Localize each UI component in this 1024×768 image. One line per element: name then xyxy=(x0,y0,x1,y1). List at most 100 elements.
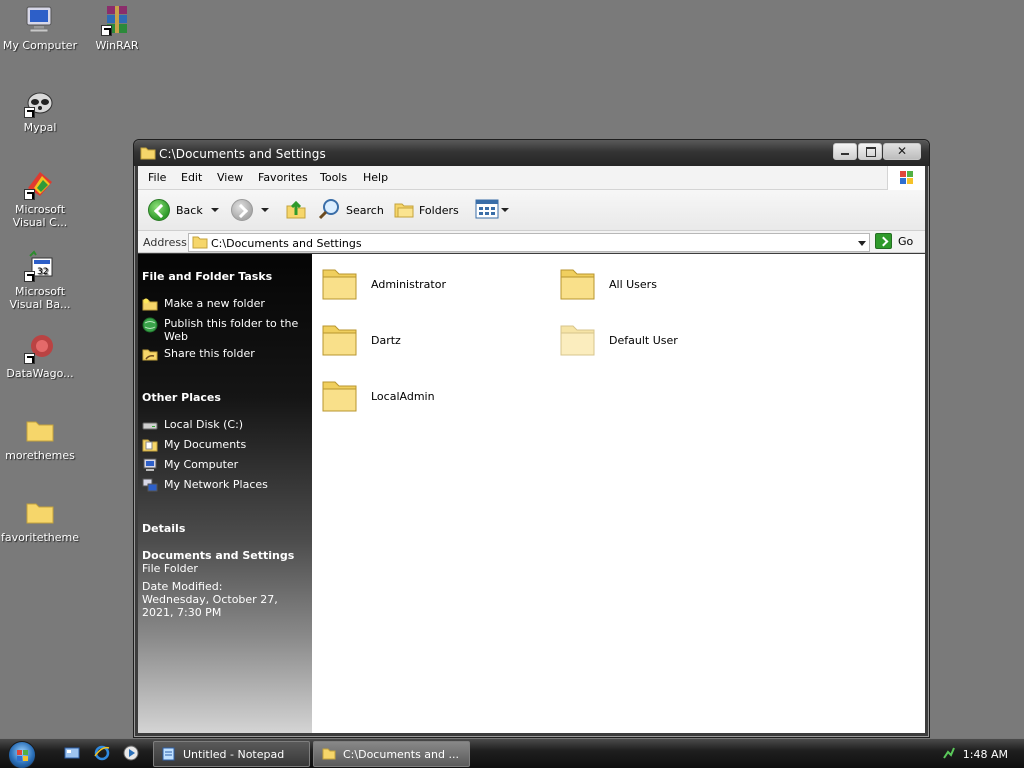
media-player-icon[interactable] xyxy=(123,745,139,761)
visual-cpp-icon xyxy=(24,168,56,200)
folder-default-user[interactable]: Default User xyxy=(559,320,678,361)
window-title: C:\Documents and Settings xyxy=(159,147,326,161)
chevron-down-icon[interactable] xyxy=(501,208,509,212)
folder-icon xyxy=(321,376,359,417)
folder-all-users[interactable]: All Users xyxy=(559,264,657,305)
views-button[interactable] xyxy=(475,198,509,222)
shortcut-arrow-icon xyxy=(24,271,35,282)
details-name: Documents and Settings xyxy=(142,549,295,562)
chevron-down-icon[interactable] xyxy=(210,208,219,212)
task-pane: File and Folder Tasks Make a new folder … xyxy=(138,254,312,733)
place-label: Local Disk (C:) xyxy=(164,418,244,431)
taskbar-button-label: C:\Documents and ... xyxy=(343,747,459,761)
folder-dartz[interactable]: Dartz xyxy=(321,320,401,361)
internet-explorer-icon[interactable] xyxy=(94,745,110,761)
windows-logo-icon xyxy=(887,166,925,190)
desktop-icon-my-computer[interactable]: My Computer xyxy=(0,4,80,52)
task-label: Share this folder xyxy=(164,347,255,360)
place-my-computer[interactable]: My Computer xyxy=(142,458,307,472)
search-icon xyxy=(318,198,342,223)
menu-edit[interactable]: Edit xyxy=(181,171,202,184)
desktop-icon-mypal[interactable]: Mypal xyxy=(0,86,80,134)
views-icon xyxy=(475,199,499,222)
show-desktop-icon[interactable] xyxy=(64,745,80,761)
shortcut-arrow-icon xyxy=(24,189,35,200)
back-arrow-icon xyxy=(148,199,170,221)
desktop-icon-label: Microsoft Visual C... xyxy=(12,203,68,229)
notepad-icon xyxy=(162,747,175,761)
other-places-heading[interactable]: Other Places xyxy=(142,391,221,404)
desktop-icon-morethemes[interactable]: morethemes xyxy=(0,414,80,462)
window-titlebar[interactable]: C:\Documents and Settings ✕ xyxy=(134,140,929,166)
menu-favorites[interactable]: Favorites xyxy=(258,171,308,184)
details-type: File Folder xyxy=(142,562,198,575)
folders-icon xyxy=(393,198,415,223)
desktop-icon-label: Mypal xyxy=(23,121,57,134)
taskbar: Untitled - Notepad C:\Documents and ... … xyxy=(0,738,1024,768)
desktop-icon-label: WinRAR xyxy=(95,39,139,52)
svg-text:32: 32 xyxy=(37,267,48,277)
hidden-folder-icon xyxy=(559,320,597,361)
disk-drive-icon xyxy=(142,418,158,432)
place-label: My Documents xyxy=(164,438,247,451)
menu-file[interactable]: File xyxy=(148,171,166,184)
desktop-icon-label: Microsoft Visual Ba... xyxy=(9,285,71,311)
task-publish-folder[interactable]: Publish this folder to the Web xyxy=(142,317,307,343)
folder-label: Administrator xyxy=(371,278,446,291)
desktop-icon-datawago[interactable]: DataWago... xyxy=(0,332,80,380)
taskbar-button-explorer[interactable]: C:\Documents and ... xyxy=(313,741,470,767)
close-icon: ✕ xyxy=(896,144,908,158)
folder-icon xyxy=(24,414,56,446)
chevron-down-icon[interactable] xyxy=(858,241,866,246)
go-button[interactable]: Go xyxy=(875,233,913,249)
search-button[interactable]: Search xyxy=(318,198,384,222)
datawago-icon xyxy=(24,332,56,364)
details-heading[interactable]: Details xyxy=(142,522,185,535)
network-tray-icon[interactable] xyxy=(942,746,956,760)
back-button[interactable]: Back xyxy=(148,198,219,222)
file-tasks-heading[interactable]: File and Folder Tasks xyxy=(142,270,272,283)
forward-button[interactable] xyxy=(231,198,269,222)
folder-label: Dartz xyxy=(371,334,401,347)
start-button[interactable] xyxy=(8,741,36,768)
desktop-icon-label: DataWago... xyxy=(6,367,74,380)
desktop-icon-visual-basic[interactable]: 32 Microsoft Visual Ba... xyxy=(0,250,80,311)
clock[interactable]: 1:48 AM xyxy=(963,748,1008,761)
details-modified: Date Modified: Wednesday, October 27, 20… xyxy=(142,580,278,619)
folder-localadmin[interactable]: LocalAdmin xyxy=(321,376,435,417)
folders-label: Folders xyxy=(419,203,459,217)
network-places-icon xyxy=(142,478,158,492)
desktop-icon-winrar[interactable]: WinRAR xyxy=(77,4,157,52)
address-input[interactable]: C:\Documents and Settings xyxy=(188,233,870,252)
task-make-new-folder[interactable]: Make a new folder xyxy=(142,297,307,311)
folder-label: All Users xyxy=(609,278,657,291)
folder-label: LocalAdmin xyxy=(371,390,435,403)
menu-help[interactable]: Help xyxy=(363,171,388,184)
address-value: C:\Documents and Settings xyxy=(211,237,362,250)
address-bar: Address C:\Documents and Settings Go xyxy=(138,231,925,253)
shortcut-arrow-icon xyxy=(101,25,112,36)
my-documents-icon xyxy=(142,438,158,452)
share-folder-icon xyxy=(142,347,158,361)
globe-icon xyxy=(142,317,158,333)
desktop-icon-visual-c[interactable]: Microsoft Visual C... xyxy=(0,168,80,229)
folder-administrator[interactable]: Administrator xyxy=(321,264,446,305)
taskbar-button-notepad[interactable]: Untitled - Notepad xyxy=(153,741,310,767)
chevron-down-icon[interactable] xyxy=(261,208,269,212)
place-label: My Network Places xyxy=(164,478,268,491)
menu-view[interactable]: View xyxy=(217,171,243,184)
place-local-disk[interactable]: Local Disk (C:) xyxy=(142,418,307,432)
desktop-icon-favoritetheme[interactable]: favoritetheme xyxy=(0,496,80,544)
minimize-button[interactable] xyxy=(833,143,857,160)
go-arrow-icon xyxy=(875,233,892,249)
folders-button[interactable]: Folders xyxy=(393,198,459,222)
up-folder-button[interactable] xyxy=(285,198,307,222)
close-button[interactable]: ✕ xyxy=(883,143,921,160)
task-share-folder[interactable]: Share this folder xyxy=(142,347,307,361)
place-my-network-places[interactable]: My Network Places xyxy=(142,478,307,492)
folder-label: Default User xyxy=(609,334,678,347)
place-my-documents[interactable]: My Documents xyxy=(142,438,307,452)
maximize-button[interactable] xyxy=(858,143,882,160)
new-folder-icon xyxy=(142,297,158,311)
menu-tools[interactable]: Tools xyxy=(320,171,347,184)
